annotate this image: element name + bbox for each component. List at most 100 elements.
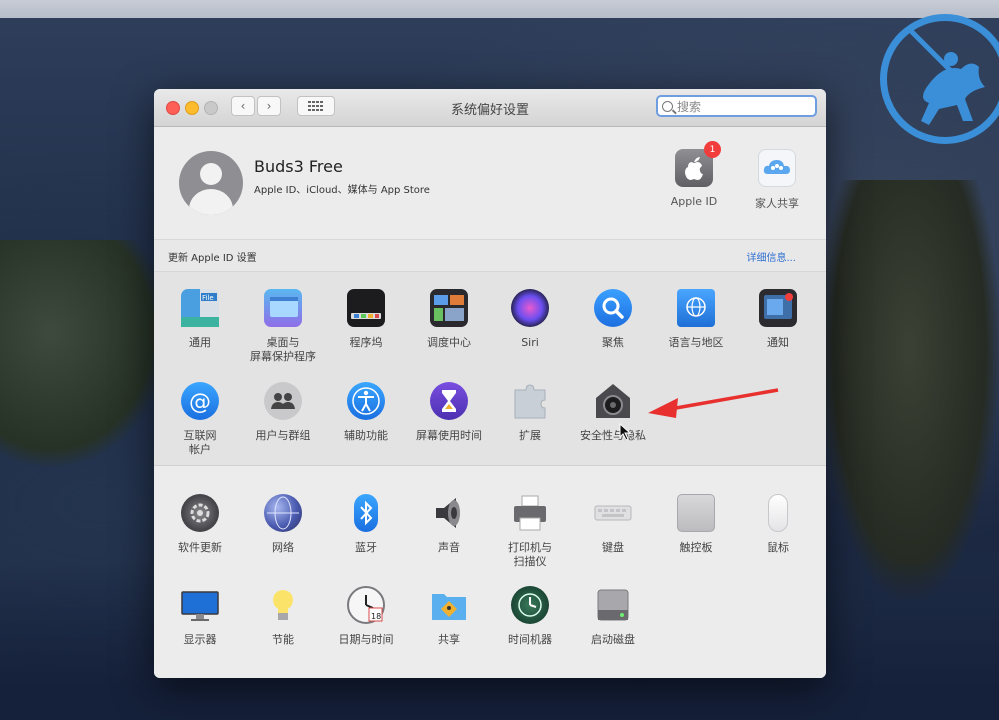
family-sharing-label: 家人共享 <box>755 197 799 210</box>
hardware-prefs-section: 软件更新 网络 蓝牙 声音 打印机与 扫描仪 键盘 触控板 鼠标 显示器 节能 … <box>154 466 826 678</box>
language-icon <box>677 289 715 327</box>
user-name: Buds3 Free <box>254 157 343 176</box>
pref-screen-time[interactable]: 屏幕使用时间 <box>409 382 489 443</box>
search-input[interactable]: 搜索 <box>656 95 817 117</box>
pref-mission-control[interactable]: 调度中心 <box>409 289 489 350</box>
notification-badge: 1 <box>704 141 721 158</box>
spotlight-icon <box>594 289 632 327</box>
pref-software-update[interactable]: 软件更新 <box>160 494 240 555</box>
apple-id-label: Apple ID <box>670 195 718 208</box>
pref-extensions[interactable]: 扩展 <box>490 382 570 443</box>
energy-icon <box>264 586 302 624</box>
pref-keyboard[interactable]: 键盘 <box>573 494 653 555</box>
title-bar: ‹ › 系统偏好设置 搜索 <box>154 89 826 127</box>
notice-text: 更新 Apple ID 设置 <box>168 253 257 264</box>
svg-text:18: 18 <box>371 612 381 621</box>
pref-label: 扩展 <box>519 429 541 442</box>
pref-label: 网络 <box>272 541 294 554</box>
pref-desktop[interactable]: 桌面与 屏幕保护程序 <box>243 289 323 364</box>
dock-icon <box>347 289 385 327</box>
user-subtitle: Apple ID、iCloud、媒体与 App Store <box>254 185 430 196</box>
desktop-icon <box>264 289 302 327</box>
software-update-icon <box>181 494 219 532</box>
mouse-icon <box>768 494 788 532</box>
notifications-icon <box>759 289 797 327</box>
pref-energy-saver[interactable]: 节能 <box>243 586 323 647</box>
mouse-cursor-icon <box>619 423 632 441</box>
network-icon <box>264 494 302 532</box>
pref-accessibility[interactable]: 辅助功能 <box>326 382 406 443</box>
knight-logo-watermark <box>880 14 999 144</box>
extensions-icon <box>511 382 549 420</box>
siri-icon <box>511 289 549 327</box>
pref-label: Siri <box>521 336 539 349</box>
pref-label: 启动磁盘 <box>591 633 635 646</box>
pref-label: 安全性与隐私 <box>580 429 646 442</box>
annotation-arrow <box>648 388 779 418</box>
screen-time-icon <box>430 382 468 420</box>
security-icon <box>594 382 632 420</box>
search-icon <box>662 100 673 112</box>
pref-label: 日期与时间 <box>338 633 394 646</box>
sound-icon <box>430 494 468 532</box>
pref-security[interactable]: 安全性与隐私 <box>573 382 653 443</box>
family-sharing-icon <box>758 149 796 187</box>
personal-prefs-section: File 通用 桌面与 屏幕保护程序 程序坞 调度中心 Siri 聚焦 语言与地… <box>154 272 826 466</box>
pref-sharing[interactable]: 共享 <box>409 586 489 647</box>
pref-displays[interactable]: 显示器 <box>160 586 240 647</box>
svg-text:@: @ <box>189 390 211 415</box>
wallpaper-island-left <box>0 240 170 470</box>
search-placeholder: 搜索 <box>677 99 702 114</box>
pref-general[interactable]: File 通用 <box>160 289 240 350</box>
mission-control-icon <box>430 289 468 327</box>
pref-startup-disk[interactable]: 启动磁盘 <box>573 586 653 647</box>
pref-label: 聚焦 <box>602 336 624 349</box>
display-icon <box>181 586 219 624</box>
pref-trackpad[interactable]: 触控板 <box>656 494 736 555</box>
accessibility-icon <box>347 382 385 420</box>
pref-label: 声音 <box>438 541 460 554</box>
pref-label: 时间机器 <box>508 633 552 646</box>
pref-spotlight[interactable]: 聚焦 <box>573 289 653 350</box>
time-machine-icon <box>511 586 549 624</box>
pref-date-time[interactable]: 18 日期与时间 <box>326 586 406 647</box>
pref-label: 键盘 <box>602 541 624 554</box>
keyboard-icon <box>594 494 632 532</box>
pref-label: 用户与群组 <box>255 429 311 442</box>
pref-mouse[interactable]: 鼠标 <box>738 494 818 555</box>
pref-internet-accounts[interactable]: @ 互联网 帐户 <box>160 382 240 457</box>
pref-label: 程序坞 <box>349 336 383 349</box>
pref-label: 辅助功能 <box>344 429 388 442</box>
pref-label: 软件更新 <box>178 541 222 554</box>
pref-language[interactable]: 语言与地区 <box>656 289 736 350</box>
pref-dock[interactable]: 程序坞 <box>326 289 406 350</box>
apple-id-profile: Buds3 Free Apple ID、iCloud、媒体与 App Store… <box>154 127 826 239</box>
pref-label: 鼠标 <box>767 541 789 554</box>
general-icon: File <box>181 289 219 327</box>
apple-id-notice-bar: 更新 Apple ID 设置 详细信息... <box>154 239 826 272</box>
pref-bluetooth[interactable]: 蓝牙 <box>326 494 406 555</box>
bluetooth-icon <box>354 494 378 532</box>
family-sharing-pane[interactable]: 家人共享 <box>742 149 812 211</box>
apple-id-pane[interactable]: 1 Apple ID <box>659 141 729 208</box>
desktop-menubar <box>0 0 999 18</box>
startup-disk-icon <box>594 586 632 624</box>
pref-time-machine[interactable]: 时间机器 <box>490 586 570 647</box>
pref-label: 蓝牙 <box>355 541 377 554</box>
details-link[interactable]: 详细信息... <box>746 249 796 264</box>
pref-notifications[interactable]: 通知 <box>738 289 818 350</box>
pref-printers[interactable]: 打印机与 扫描仪 <box>490 494 570 569</box>
internet-accounts-icon: @ <box>181 382 219 420</box>
pref-label: 通用 <box>189 336 211 349</box>
avatar[interactable] <box>179 151 243 215</box>
pref-sound[interactable]: 声音 <box>409 494 489 555</box>
pref-siri[interactable]: Siri <box>490 289 570 350</box>
pref-users[interactable]: 用户与群组 <box>243 382 323 443</box>
wallpaper-island-right <box>820 180 999 600</box>
pref-network[interactable]: 网络 <box>243 494 323 555</box>
pref-label: 节能 <box>272 633 294 646</box>
pref-label: 触控板 <box>679 541 713 554</box>
pref-label: 互联网 帐户 <box>183 429 217 456</box>
trackpad-icon <box>677 494 715 532</box>
svg-text:File: File <box>202 294 214 302</box>
